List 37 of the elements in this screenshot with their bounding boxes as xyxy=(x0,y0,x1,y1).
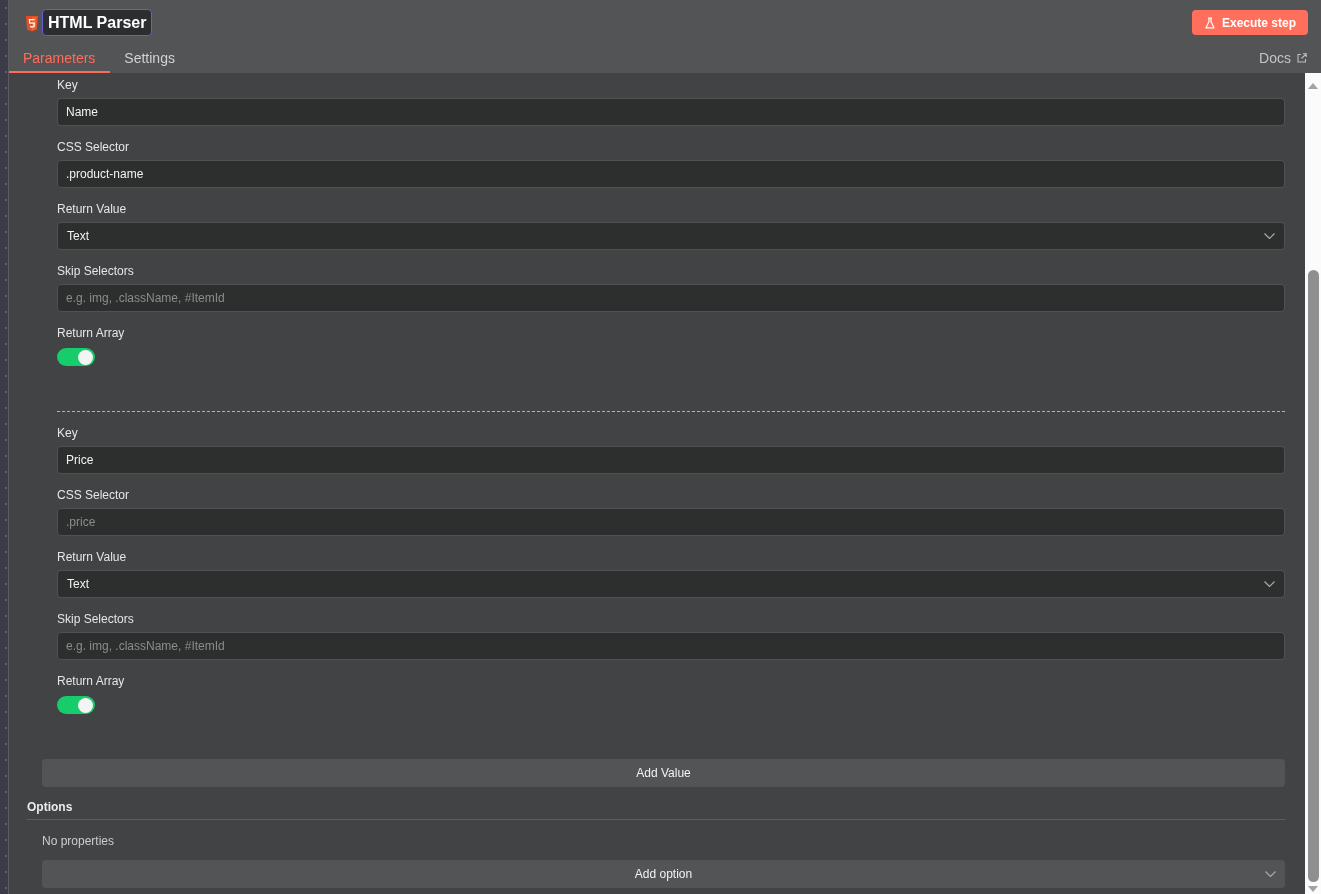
chevron-down-icon xyxy=(1264,233,1275,239)
shield-icon xyxy=(26,15,38,32)
dropdown-field[interactable]: Text xyxy=(57,570,1285,598)
input-field[interactable]: Price xyxy=(57,446,1285,474)
chevron-down-icon xyxy=(1265,871,1276,877)
flask-icon xyxy=(1204,16,1215,29)
toggle-switch[interactable] xyxy=(57,348,95,366)
node-title-field[interactable]: HTML Parser xyxy=(42,9,153,36)
docs-link[interactable]: Docs xyxy=(1259,45,1307,73)
field-label: Key xyxy=(57,77,78,93)
field-label: Return Value xyxy=(57,549,127,565)
empty-message: No properties xyxy=(42,833,115,849)
dropdown-field[interactable]: Text xyxy=(57,222,1285,250)
field-label: CSS Selector xyxy=(57,487,130,503)
input-field[interactable]: Name xyxy=(57,98,1285,126)
scrollbar-track[interactable] xyxy=(1305,73,1321,894)
down-triangle-icon[interactable] xyxy=(1308,886,1318,892)
field-label: Key xyxy=(57,425,78,441)
field-label: Skip Selectors xyxy=(57,611,134,627)
external-link-icon xyxy=(1297,53,1307,63)
input-field[interactable]: .price xyxy=(57,508,1285,536)
add-option-dropdown[interactable]: Add option xyxy=(42,860,1285,888)
scrollbar-thumb[interactable] xyxy=(1307,270,1319,882)
field-label: Return Array xyxy=(57,673,125,689)
field-label: Skip Selectors xyxy=(57,263,134,279)
tab[interactable]: Settings xyxy=(110,45,190,73)
add-value-button[interactable]: Add Value xyxy=(42,759,1285,787)
input-field[interactable]: e.g. img, .className, #ItemId xyxy=(57,632,1285,660)
input-field[interactable]: .product-name xyxy=(57,160,1285,188)
field-label: Return Array xyxy=(57,325,125,341)
field-label: CSS Selector xyxy=(57,139,130,155)
field-label: Return Value xyxy=(57,201,127,217)
input-field[interactable]: e.g. img, .className, #ItemId xyxy=(57,284,1285,312)
chevron-down-icon xyxy=(1264,581,1275,587)
up-triangle-icon[interactable] xyxy=(1308,83,1318,89)
toggle-switch[interactable] xyxy=(57,696,95,714)
section-title: Options xyxy=(27,799,73,815)
